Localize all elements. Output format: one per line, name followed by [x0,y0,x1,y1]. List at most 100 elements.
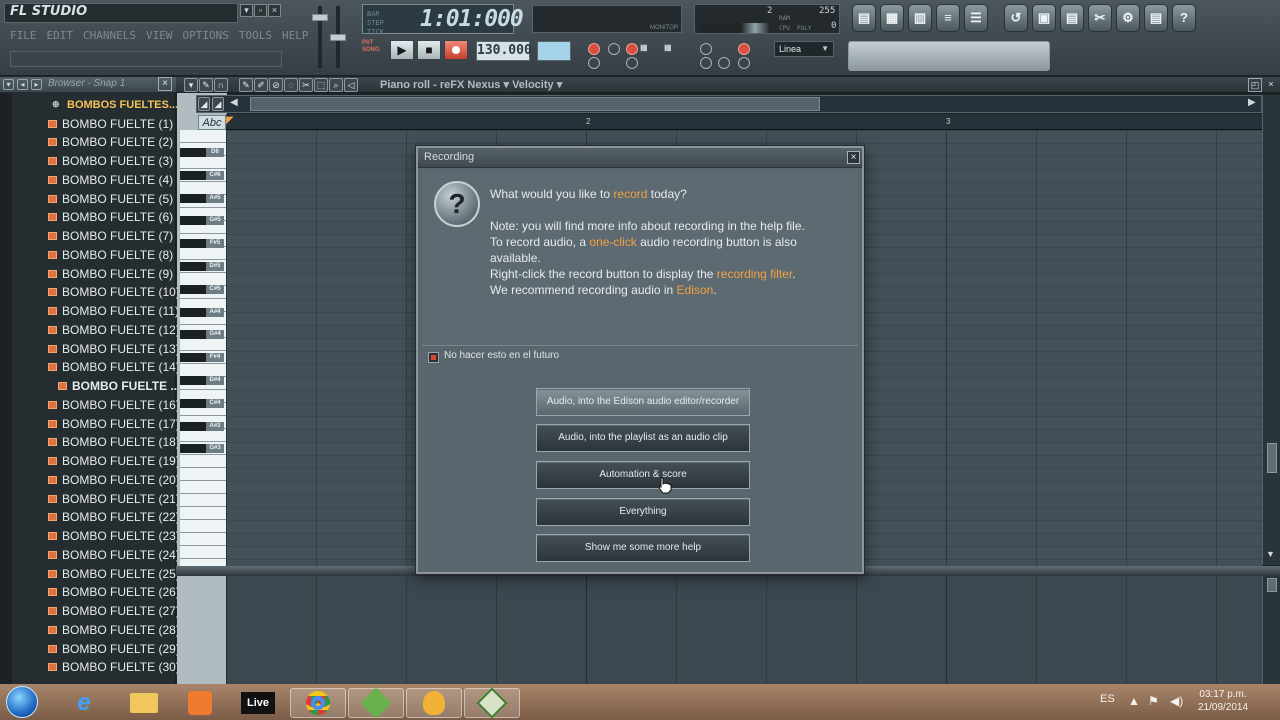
menu-channels[interactable]: CHANNELS [83,29,136,43]
pencil-icon[interactable]: ✎ [239,78,253,92]
menu-file[interactable]: FILE [10,29,37,43]
brush-icon[interactable]: ✐ [254,78,268,92]
mute-icon[interactable]: ◌ [284,78,298,92]
browser-back-icon[interactable]: ◂ [17,79,28,90]
browser-item[interactable]: BOMBO FUELTE (19) [48,452,180,471]
undo-icon[interactable]: ↺ [1004,4,1028,32]
more-help-button[interactable]: Show me some more help [536,534,750,562]
record-everything-button[interactable]: Everything [536,498,750,526]
tempo-display[interactable]: 130.000 [476,41,532,61]
fl-studio-taskbar-icon[interactable] [406,688,462,718]
menu-options[interactable]: OPTIONS [182,29,228,43]
menu-edit[interactable]: EDIT [47,29,74,43]
playback-icon[interactable]: ◁ [344,78,358,92]
recording-filter-link[interactable]: recording filter [717,267,792,281]
browser-item[interactable]: BOMBO FUELTE (10) [48,283,180,302]
browser-item[interactable]: BOMBO FUELTE (3) [48,152,173,171]
dont-ask-checkbox[interactable] [428,352,439,363]
browser-item[interactable]: BOMBO FUELTE (2) [48,133,173,152]
master-pitch-handle[interactable] [330,34,346,41]
one-click-link[interactable]: one-click [589,235,636,249]
browser-item[interactable]: BOMBO FUELTE (12) [48,320,180,339]
menu-view[interactable]: VIEW [146,29,173,43]
browser-item[interactable]: BOMBO FUELTE (14) [48,358,180,377]
system-clock[interactable]: 03:17 p.m. 21/09/2014 [1198,688,1248,714]
scroll-left-icon[interactable]: ◀ [230,97,238,108]
midi-toggle[interactable] [718,57,730,69]
browser-item[interactable]: BOMBO FUELTE (17) [48,414,180,433]
black-key[interactable] [180,284,206,294]
browser-item[interactable]: BOMBO FUELTE (9) [48,264,173,283]
browser-item[interactable]: BOMBO FUELTE (6) [48,208,173,227]
piano-roll-instrument[interactable]: Piano roll - reFX Nexus [380,79,500,91]
overdub-toggle[interactable] [626,57,638,69]
folder-icon[interactable] [116,688,172,718]
horizontal-scroll-thumb[interactable] [250,97,820,111]
black-key[interactable] [180,239,206,249]
pattern-selector[interactable] [537,41,571,61]
dont-ask-label[interactable]: No hacer esto en el futuro [444,350,559,361]
browser-item[interactable]: BOMBO FUELTE (16) [48,395,180,414]
event-param[interactable]: Velocity [512,79,554,91]
browser-item[interactable]: BOMBO FUELTE (25) [48,564,180,583]
media-player-icon[interactable] [172,688,228,718]
browser-item[interactable]: BOMBO FUELTE (8) [48,245,173,264]
metronome-toggle[interactable] [588,43,600,55]
black-key[interactable] [180,353,206,363]
browser-item[interactable]: BOMBO FUELTE (21) [48,489,180,508]
flag-icon[interactable]: ⚑ [1148,694,1159,708]
step-edit-toggle[interactable] [588,57,600,69]
multilink-toggle[interactable] [700,57,712,69]
lower-scroll-thumb[interactable] [1267,578,1277,592]
browser-item[interactable]: BOMBO FUELTE (5) [48,189,173,208]
dialog-close-button[interactable]: × [847,151,860,164]
scroll-down-icon[interactable]: ▼ [1266,549,1275,559]
restore-button[interactable]: ▫ [254,4,267,17]
loop-record-toggle[interactable] [700,43,712,55]
black-key[interactable] [180,376,206,385]
browser-item[interactable]: BOMBO FUELTE (26) [48,583,180,602]
timeline-ruler[interactable] [226,114,1262,130]
save-icon[interactable]: ▣ [1032,4,1056,32]
browser-button[interactable]: ☰ [964,4,988,32]
browser-item[interactable]: BOMBO FUELTE (4) [48,170,173,189]
blend-icon[interactable]: ▦ [664,43,672,52]
browser-folder[interactable]: ⊕ BOMBOS FUELTES... [52,95,178,114]
wait-toggle[interactable] [608,43,620,55]
black-key[interactable] [180,262,206,271]
piano-roll-button[interactable]: ▥ [908,4,932,32]
countdown-toggle[interactable] [626,43,638,55]
pr-snap-icon[interactable]: ◢ [198,97,210,111]
settings-icon[interactable]: ⚙ [1116,4,1140,32]
browser-close-button[interactable]: × [158,77,172,91]
browser-item[interactable]: BOMBO FUELTE (23) [48,527,180,546]
ie-icon[interactable]: e [56,688,112,718]
app-icon-2[interactable] [464,687,520,719]
export-icon[interactable]: ▤ [1060,4,1084,32]
help-icon[interactable]: ? [1172,4,1196,32]
minimize-button[interactable]: ▾ [240,4,253,17]
playhead-marker-icon[interactable]: ◤ [226,115,234,126]
black-key[interactable] [180,170,206,180]
browser-item[interactable]: BOMBO FUELTE (1) [48,114,173,133]
close-app-button[interactable]: × [268,4,281,17]
record-audio-playlist-button[interactable]: Audio, into the playlist as an audio cli… [536,424,750,452]
delete-icon[interactable]: ⊘ [269,78,283,92]
black-key[interactable] [180,398,206,408]
event-editor-grid[interactable] [226,576,1262,686]
browser-item[interactable]: BOMBO FUELTE (27) [48,602,180,621]
browser-item[interactable]: BOMBO FUELTE ... [58,377,180,396]
start-button[interactable] [6,686,38,718]
browser-forward-icon[interactable]: ▸ [31,79,42,90]
note-names-button[interactable]: Abc [198,115,226,130]
zoom-icon[interactable]: ⌕ [329,78,343,92]
black-key[interactable] [180,216,206,226]
menu-help[interactable]: HELP [282,29,309,43]
volume-icon[interactable]: ◀) [1170,694,1183,708]
master-volume-handle[interactable] [312,14,328,21]
browser-item[interactable]: BOMBO FUELTE (7) [48,227,173,246]
browser-item[interactable]: BOMBO FUELTE (13) [48,339,180,358]
record-audio-edison-button[interactable]: Audio, into the Edison audio editor/reco… [536,388,750,416]
browser-item[interactable]: BOMBO FUELTE (24) [48,545,180,564]
plugin-picker[interactable] [848,41,1050,71]
